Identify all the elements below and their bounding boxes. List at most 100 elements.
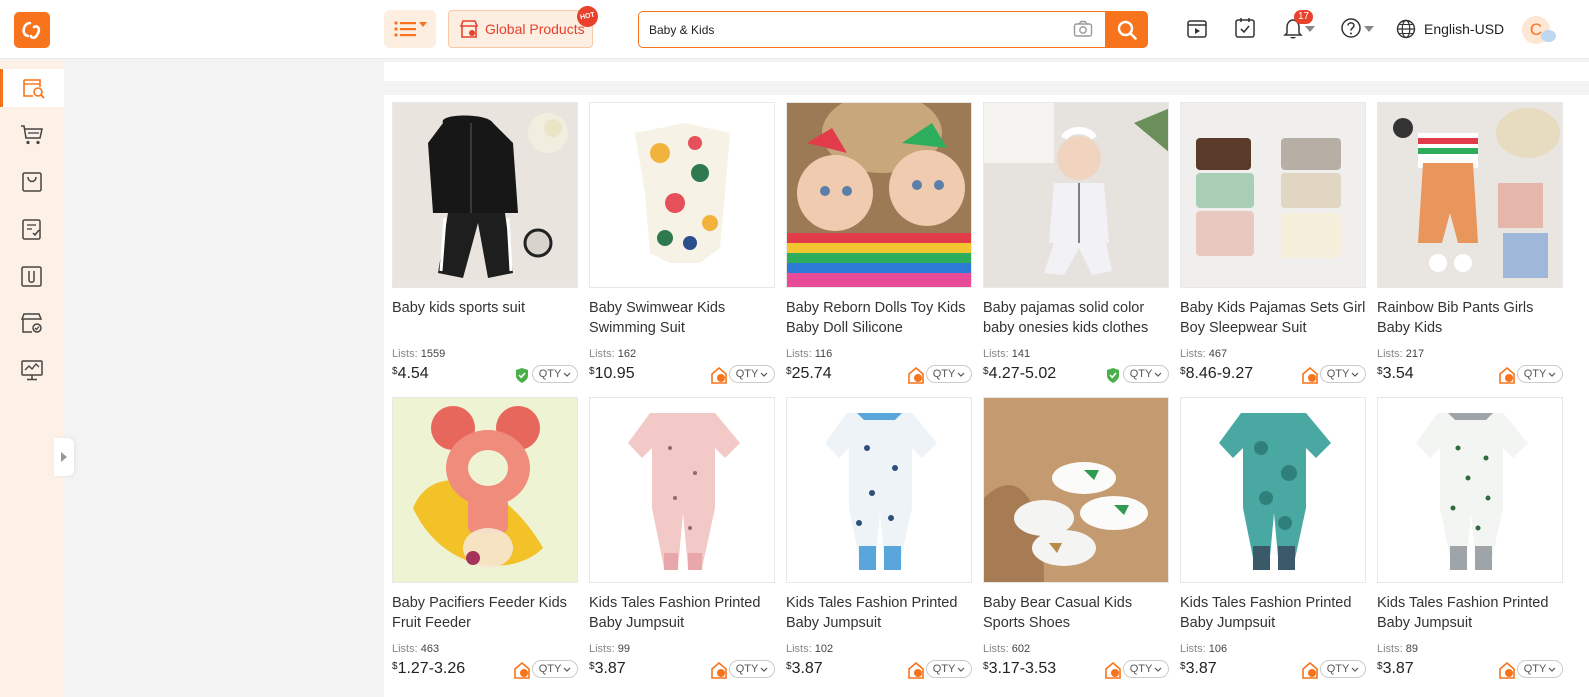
notification-count-badge: 17 (1294, 10, 1314, 24)
product-image[interactable] (983, 102, 1169, 288)
product-title[interactable]: Baby pajamas solid color baby onesies ki… (983, 298, 1169, 338)
cj-logo[interactable] (14, 12, 50, 48)
chevron-down-icon (1351, 667, 1359, 672)
product-title[interactable]: Baby Kids Pajamas Sets Girl Boy Sleepwea… (1180, 298, 1366, 338)
qty-dropdown[interactable]: QTY (729, 365, 775, 383)
white-jumpsuit-image (1378, 398, 1562, 582)
product-image[interactable] (1377, 397, 1563, 583)
product-card[interactable]: Kids Tales Fashion Printed Baby Jumpsuit… (1377, 397, 1563, 687)
sidebar-item-store[interactable] (0, 304, 64, 342)
qty-dropdown[interactable]: QTY (926, 365, 972, 383)
paperclip-icon (21, 266, 42, 287)
product-image[interactable] (1377, 102, 1563, 288)
product-card[interactable]: Baby Reborn Dolls Toy Kids Baby Doll Sil… (786, 102, 972, 392)
language-selector[interactable]: English-USD (1396, 19, 1504, 39)
product-title[interactable]: Baby Swimwear Kids Swimming Suit (589, 298, 775, 338)
video-icon[interactable] (1186, 17, 1208, 39)
warehouse-icon (908, 662, 924, 679)
warehouse-icon (908, 367, 924, 384)
chevron-down-icon (563, 372, 571, 377)
qty-dropdown[interactable]: QTY (729, 660, 775, 678)
product-image[interactable] (589, 397, 775, 583)
qty-dropdown[interactable]: QTY (1123, 660, 1169, 678)
verified-shield-icon (516, 368, 528, 383)
camera-icon[interactable] (1073, 20, 1093, 38)
product-title[interactable]: Baby kids sports suit (392, 298, 578, 338)
warehouse-icon (1499, 662, 1515, 679)
product-lists-count: Lists: 463 (392, 643, 440, 655)
product-title[interactable]: Rainbow Bib Pants Girls Baby Kids (1377, 298, 1563, 338)
product-card[interactable]: Baby Swimwear Kids Swimming Suit Lists: … (589, 102, 775, 392)
product-card[interactable]: Baby Kids Pajamas Sets Girl Boy Sleepwea… (1180, 102, 1366, 392)
product-price: $25.74 (786, 365, 832, 382)
global-products-button[interactable]: Global Products HOT (448, 4, 600, 48)
qty-dropdown[interactable]: QTY (1320, 365, 1366, 383)
task-check-icon[interactable] (1234, 17, 1256, 39)
search-button[interactable] (1105, 11, 1148, 48)
product-lists-count: Lists: 467 (1180, 348, 1228, 360)
sidebar-item-orders[interactable] (0, 210, 64, 248)
chevron-down-icon[interactable] (1364, 26, 1374, 32)
product-image[interactable] (786, 397, 972, 583)
qty-dropdown[interactable]: QTY (1517, 660, 1563, 678)
tracksuit-image (393, 103, 577, 287)
product-image[interactable] (1180, 397, 1366, 583)
product-price: $3.17-3.53 (983, 660, 1057, 677)
product-image[interactable] (786, 102, 972, 288)
help-icon[interactable] (1340, 17, 1362, 39)
chevron-down-icon (760, 372, 768, 377)
product-title[interactable]: Baby Pacifiers Feeder Kids Fruit Feeder (392, 593, 578, 633)
list-menu-icon (393, 21, 416, 37)
orders-icon (22, 219, 41, 240)
product-title[interactable]: Kids Tales Fashion Printed Baby Jumpsuit (589, 593, 775, 633)
product-search-icon (22, 79, 45, 99)
qty-dropdown[interactable]: QTY (926, 660, 972, 678)
chevron-down-icon[interactable] (1305, 26, 1315, 32)
product-title[interactable]: Kids Tales Fashion Printed Baby Jumpsuit (1377, 593, 1563, 633)
product-grid: Baby kids sports suit Lists: 1559 $4.54 … (384, 95, 1589, 697)
product-price: $3.54 (1377, 365, 1414, 382)
sidebar-item-sourcing[interactable] (0, 257, 64, 295)
product-lists-count: Lists: 106 (1180, 643, 1228, 655)
warehouse-icon (711, 662, 727, 679)
qty-dropdown[interactable]: QTY (1320, 660, 1366, 678)
product-card[interactable]: Baby Bear Casual Kids Sports Shoes Lists… (983, 397, 1169, 687)
product-card[interactable]: Baby kids sports suit Lists: 1559 $4.54 … (392, 102, 578, 392)
product-title[interactable]: Baby Bear Casual Kids Sports Shoes (983, 593, 1169, 633)
sidebar-item-analytics[interactable] (0, 351, 64, 389)
product-image[interactable] (983, 397, 1169, 583)
search-input[interactable] (649, 22, 1049, 37)
sidebar-item-bag[interactable] (0, 163, 64, 201)
product-card[interactable]: Kids Tales Fashion Printed Baby Jumpsuit… (589, 397, 775, 687)
qty-dropdown[interactable]: QTY (1123, 365, 1169, 383)
kids-shoes-image (984, 398, 1168, 582)
qty-dropdown[interactable]: QTY (532, 365, 578, 383)
chevron-down-icon (1351, 372, 1359, 377)
qty-dropdown[interactable]: QTY (1517, 365, 1563, 383)
product-card[interactable]: Baby pajamas solid color baby onesies ki… (983, 102, 1169, 392)
sidebar-expand-toggle[interactable] (54, 438, 74, 476)
product-title[interactable]: Kids Tales Fashion Printed Baby Jumpsuit (1180, 593, 1366, 633)
product-title[interactable]: Kids Tales Fashion Printed Baby Jumpsuit (786, 593, 972, 633)
product-card[interactable]: Rainbow Bib Pants Girls Baby Kids Lists:… (1377, 102, 1563, 392)
product-lists-count: Lists: 99 (589, 643, 630, 655)
qty-dropdown[interactable]: QTY (532, 660, 578, 678)
product-image[interactable] (392, 397, 578, 583)
product-title[interactable]: Baby Reborn Dolls Toy Kids Baby Doll Sil… (786, 298, 972, 338)
store-settings-icon (20, 313, 43, 333)
product-price: $4.27-5.02 (983, 365, 1057, 382)
product-card[interactable]: Kids Tales Fashion Printed Baby Jumpsuit… (786, 397, 972, 687)
search-icon (1117, 20, 1137, 40)
category-menu-button[interactable] (384, 10, 436, 48)
product-image[interactable] (392, 102, 578, 288)
top-header: Global Products HOT 17 English-USD C (0, 0, 1589, 59)
product-card[interactable]: Baby Pacifiers Feeder Kids Fruit Feeder … (392, 397, 578, 687)
bag-icon (22, 172, 42, 192)
sidebar-item-product-search[interactable] (0, 69, 64, 107)
product-image[interactable] (1180, 102, 1366, 288)
warehouse-icon (1105, 662, 1121, 679)
product-card[interactable]: Kids Tales Fashion Printed Baby Jumpsuit… (1180, 397, 1366, 687)
product-image[interactable] (589, 102, 775, 288)
chevron-down-icon (957, 667, 965, 672)
sidebar-item-cart[interactable] (0, 116, 64, 154)
